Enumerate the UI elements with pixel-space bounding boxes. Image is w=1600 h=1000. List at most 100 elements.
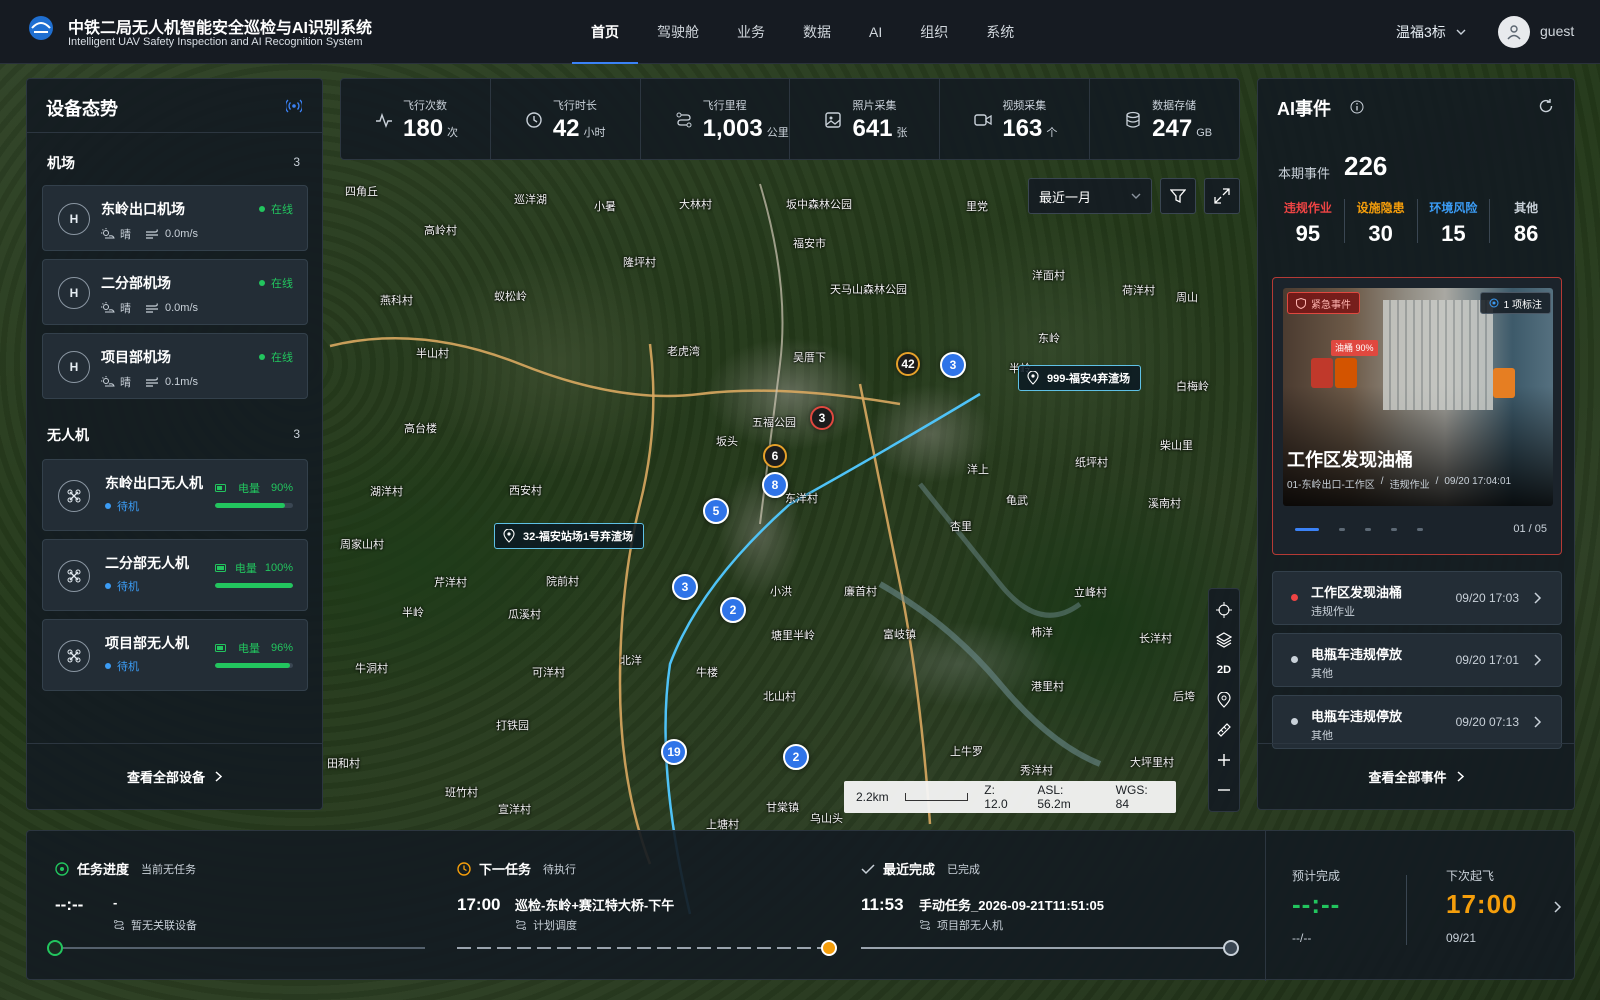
signal-icon[interactable]: [286, 98, 302, 114]
marker-button[interactable]: [1214, 690, 1234, 710]
chevron-right-icon: [1534, 592, 1542, 604]
username[interactable]: guest: [1540, 23, 1574, 39]
map-site-tag[interactable]: 999-福安4弃渣场: [1018, 365, 1142, 391]
map-cluster-marker[interactable]: 2: [720, 597, 746, 623]
scale-value: 2.2km: [856, 790, 889, 804]
map-place-label: 长洋村: [1139, 633, 1172, 645]
next-task-knob[interactable]: [821, 940, 837, 956]
fullscreen-button[interactable]: [1204, 178, 1240, 214]
event-item[interactable]: 工作区发现油桶 违规作业 09/20 17:03: [1272, 571, 1562, 625]
map-cluster-marker[interactable]: 3: [940, 352, 966, 378]
zoom-in-button[interactable]: [1214, 750, 1234, 770]
nav-organization[interactable]: 组织: [901, 0, 967, 64]
drone-card[interactable]: 东岭出口无人机 待机 电量 90%: [42, 459, 308, 531]
airport-card[interactable]: H 项目部机场 在线 晴 0.1m/s: [42, 333, 308, 399]
featured-event-card[interactable]: 紧急事件 1 项标注 油桶 90% 工作区发现油桶 01-东岭出口-工作区 / 违…: [1272, 277, 1562, 555]
battery-readout: 电量 96%: [215, 640, 293, 656]
map-place-label: 宣洋村: [498, 804, 531, 816]
datum-readout: WGS: 84: [1115, 783, 1148, 811]
next-takeoff-label: 下次起飞: [1446, 869, 1495, 883]
map-toolbar: 2D: [1208, 588, 1240, 812]
map-place-label: 四角丘: [345, 186, 378, 198]
measure-button[interactable]: [1214, 720, 1234, 740]
layers-icon: [1216, 632, 1232, 648]
battery-bar: [215, 663, 293, 668]
drone-name: 二分部无人机: [105, 555, 189, 571]
completed-track: [861, 947, 1231, 949]
view-all-devices-button[interactable]: 查看全部设备: [27, 743, 322, 809]
panel-title: AI事件: [1277, 99, 1331, 119]
map-site-tag[interactable]: 32-福安站场1号弃渣场: [494, 523, 645, 549]
map-cluster-marker[interactable]: 42: [896, 352, 920, 376]
user-icon: [1507, 25, 1521, 40]
event-category: 违规作业: [1311, 606, 1355, 618]
shield-icon: [1296, 297, 1306, 309]
map-place-label: 蚁松岭: [494, 291, 527, 303]
event-snapshot[interactable]: [1283, 288, 1553, 506]
next-task[interactable]: 下一任务 待执行 17:00 巡检-东岭+赛江特大桥-下午 计划调度: [457, 831, 817, 981]
chevron-right-icon: [1534, 716, 1542, 728]
drone-card[interactable]: 项目部无人机 待机 电量 96%: [42, 619, 308, 691]
chevron-down-icon: [1131, 193, 1141, 199]
flight-schedule-summary: 预计完成 --:-- --/-- 下次起飞 17:00 09/21: [1265, 831, 1576, 981]
layers-button[interactable]: [1214, 630, 1234, 650]
period-value: 最近一月: [1039, 189, 1092, 205]
category-facility-hazard[interactable]: 设施隐患 30: [1345, 199, 1418, 246]
airports-section-title: 机场: [47, 155, 75, 171]
progress-start-knob[interactable]: [47, 940, 63, 956]
period-select[interactable]: 最近一月: [1028, 178, 1152, 214]
view-all-events-button[interactable]: 查看全部事件: [1258, 743, 1574, 809]
project-selector[interactable]: 温福3标: [1396, 22, 1466, 42]
category-environment-risk[interactable]: 环境风险 15: [1418, 199, 1491, 246]
last-completed-task[interactable]: 最近完成 已完成 11:53 手动任务_2026-09-21T11:51:05 项…: [861, 831, 1231, 981]
drone-card[interactable]: 二分部无人机 待机 电量 100%: [42, 539, 308, 611]
nav-ai[interactable]: AI: [850, 0, 901, 64]
map-place-label: 隆坪村: [623, 257, 656, 269]
carousel-dots[interactable]: [1295, 528, 1423, 531]
nav-business[interactable]: 业务: [718, 0, 784, 64]
map-place-label: 老虎湾: [667, 346, 700, 358]
airport-card[interactable]: H 东岭出口机场 在线 晴 0.0m/s: [42, 185, 308, 251]
event-item[interactable]: 电瓶车违规停放 其他 09/20 17:01: [1272, 633, 1562, 687]
stat-flight-duration: 飞行时长 42 小时: [491, 79, 641, 159]
chevron-right-icon[interactable]: [1554, 901, 1562, 913]
category-other[interactable]: 其他 86: [1490, 199, 1562, 246]
nav-cockpit[interactable]: 驾驶舱: [638, 0, 718, 64]
map-cluster-marker[interactable]: 8: [762, 472, 788, 498]
map-cluster-marker[interactable]: 2: [783, 744, 809, 770]
map-cluster-marker[interactable]: 5: [703, 498, 729, 524]
category-violation[interactable]: 违规作业 95: [1272, 199, 1345, 246]
map-cluster-marker[interactable]: 19: [661, 739, 687, 765]
helipad-icon: H: [58, 203, 90, 235]
refresh-icon[interactable]: [1538, 98, 1554, 114]
airport-card[interactable]: H 二分部机场 在线 晴 0.0m/s: [42, 259, 308, 325]
nav-data[interactable]: 数据: [784, 0, 850, 64]
map-place-label: 五福公园: [752, 417, 796, 429]
filter-button[interactable]: [1160, 178, 1196, 214]
map-cluster-marker[interactable]: 3: [672, 574, 698, 600]
info-icon[interactable]: [1350, 100, 1364, 114]
map-place-label: 北洋: [620, 655, 642, 667]
zoom-out-button[interactable]: [1214, 780, 1234, 800]
map-cluster-marker[interactable]: 3: [810, 406, 834, 430]
user-avatar[interactable]: [1498, 16, 1530, 48]
map-place-label: 东洋村: [785, 493, 818, 505]
nav-system[interactable]: 系统: [967, 0, 1033, 64]
event-item[interactable]: 电瓶车违规停放 其他 09/20 07:13: [1272, 695, 1562, 749]
weather-sun-icon: [101, 376, 115, 387]
pin-icon: [503, 529, 515, 543]
device-status-panel: 设备态势 机场 3 H 东岭出口机场 在线 晴 0.0m/s H 二分部机场 在…: [26, 78, 323, 810]
image-icon: [825, 112, 842, 128]
task-timeline-panel: 任务进度 当前无任务 --:-- - 暂无关联设备 下一任务 待执行 17:00 巡…: [26, 830, 1576, 981]
period-events-total: 226: [1344, 151, 1388, 181]
top-header: 中铁二局无人机智能安全巡检与AI识别系统 Intelligent UAV Saf…: [0, 0, 1600, 64]
map-cluster-marker[interactable]: 6: [763, 444, 787, 468]
chevron-right-icon: [1456, 771, 1464, 782]
nav-home[interactable]: 首页: [572, 0, 638, 64]
view-mode-button[interactable]: 2D: [1214, 660, 1234, 680]
airport-weather: 晴 0.0m/s: [101, 226, 198, 242]
locate-drone-button[interactable]: [1214, 600, 1234, 620]
map-place-label: 北山村: [763, 691, 796, 703]
route-icon: [920, 920, 930, 930]
completed-knob[interactable]: [1223, 940, 1239, 956]
